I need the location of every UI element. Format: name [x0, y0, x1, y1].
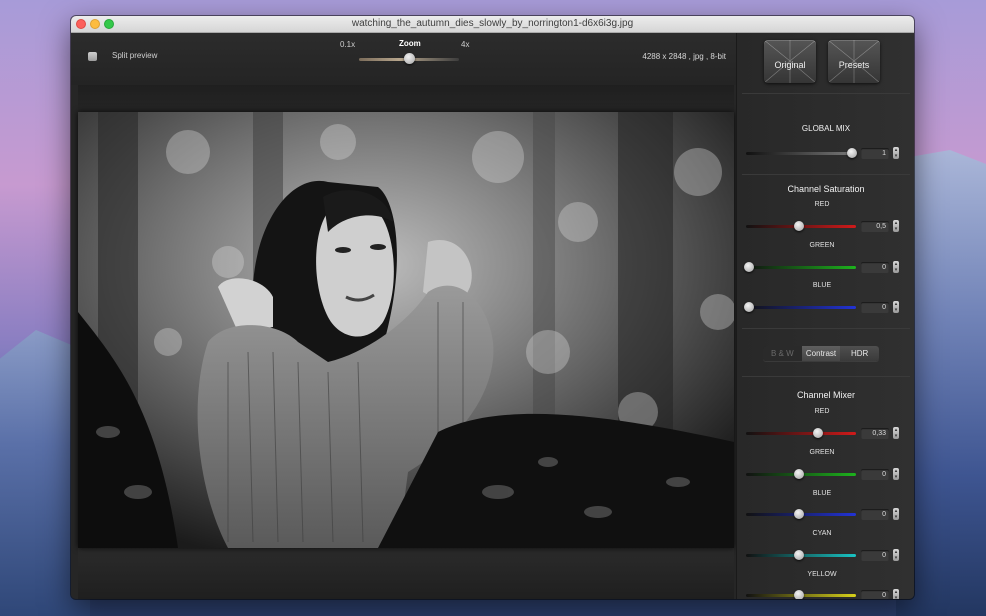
mixer-yellow-label: YELLOW — [807, 571, 837, 578]
sidebar-divider — [742, 376, 910, 377]
mixer-green-slider-knob[interactable] — [794, 469, 804, 479]
mixer-red-value-field[interactable]: 0,33 — [861, 428, 889, 439]
app-window: watching_the_autumn_dies_slowly_by_norri… — [71, 16, 914, 599]
mixer-red-label: RED — [814, 408, 830, 415]
saturation-red-stepper[interactable]: ▴ ▾ — [893, 220, 899, 232]
global-mix-title: GLOBAL MIX — [801, 124, 851, 133]
split-preview-checkbox[interactable] — [88, 52, 97, 61]
saturation-blue-stepper[interactable]: ▴ ▾ — [893, 301, 899, 313]
mixer-red-stepper[interactable]: ▴ ▾ — [893, 427, 899, 439]
sidebar-divider — [742, 328, 910, 329]
zoom-label: Zoom — [399, 39, 421, 48]
channel-saturation-title: Channel Saturation — [787, 184, 865, 194]
saturation-red-slider-knob[interactable] — [794, 221, 804, 231]
mixer-cyan-value-field[interactable]: 0 — [861, 550, 889, 561]
mixer-green-stepper[interactable]: ▴ ▾ — [893, 468, 899, 480]
mixer-blue-slider-knob[interactable] — [794, 509, 804, 519]
saturation-green-slider-knob[interactable] — [744, 262, 754, 272]
presets-button[interactable]: Presets — [828, 40, 880, 83]
preview-image[interactable] — [78, 112, 734, 548]
saturation-blue-value-field[interactable]: 0 — [861, 302, 889, 313]
mode-segmented-control[interactable]: B & W Contrast HDR — [763, 346, 879, 361]
tab-contrast[interactable]: Contrast — [801, 346, 841, 361]
mixer-yellow-slider-knob[interactable] — [794, 590, 804, 599]
mixer-cyan-slider-knob[interactable] — [794, 550, 804, 560]
saturation-red-label: RED — [814, 201, 830, 208]
mixer-yellow-value-field[interactable]: 0 — [861, 590, 889, 599]
tab-hdr[interactable]: HDR — [840, 346, 879, 361]
original-button[interactable]: Original — [764, 40, 816, 83]
saturation-green-stepper[interactable]: ▴ ▾ — [893, 261, 899, 273]
mixer-cyan-stepper[interactable]: ▴ ▾ — [893, 549, 899, 561]
mixer-red-slider-track[interactable] — [746, 432, 856, 435]
mixer-red-slider-knob[interactable] — [813, 428, 823, 438]
adjustments-sidebar: Original Presets GLOBAL MIX 1 ▴ ▾ Channel… — [736, 33, 914, 599]
original-button-label: Original — [774, 60, 806, 70]
window-title: watching_the_autumn_dies_slowly_by_norri… — [351, 18, 634, 29]
zoom-max-label: 4x — [461, 40, 470, 49]
sidebar-divider — [742, 174, 910, 175]
mixer-yellow-stepper[interactable]: ▴ ▾ — [893, 589, 899, 599]
mixer-green-value-field[interactable]: 0 — [861, 469, 889, 480]
mixer-blue-stepper[interactable]: ▴ ▾ — [893, 508, 899, 520]
global-mix-slider-track[interactable] — [746, 152, 856, 155]
tab-bw[interactable]: B & W — [763, 346, 802, 361]
sidebar-divider — [742, 93, 910, 94]
presets-button-label: Presets — [838, 60, 870, 70]
image-info: 4288 x 2848 , jpg , 8-bit — [642, 52, 726, 61]
preview-area: Split preview 0.1x Zoom 4x 4288 x 2848 ,… — [71, 33, 736, 599]
split-preview-label: Split preview — [112, 51, 158, 60]
saturation-green-value-field[interactable]: 0 — [861, 262, 889, 273]
mixer-green-label: GREEN — [809, 449, 835, 456]
zoom-min-label: 0.1x — [340, 40, 356, 49]
mixer-blue-value-field[interactable]: 0 — [861, 509, 889, 520]
mixer-blue-label: BLUE — [812, 490, 832, 497]
saturation-green-slider-track[interactable] — [746, 266, 856, 269]
saturation-red-value-field[interactable]: 0,5 — [861, 221, 889, 232]
title-bar: watching_the_autumn_dies_slowly_by_norri… — [71, 16, 914, 33]
global-mix-stepper[interactable]: ▴ ▾ — [893, 147, 899, 159]
global-mix-slider-knob[interactable] — [847, 148, 857, 158]
preview-toolbar: Split preview 0.1x Zoom 4x 4288 x 2848 ,… — [71, 33, 736, 85]
mixer-cyan-label: CYAN — [812, 530, 832, 537]
saturation-blue-label: BLUE — [812, 282, 832, 289]
zoom-slider-knob[interactable] — [404, 53, 415, 64]
saturation-green-label: GREEN — [809, 242, 835, 249]
global-mix-value-field[interactable]: 1 — [861, 148, 889, 159]
channel-mixer-title: Channel Mixer — [796, 390, 856, 400]
saturation-blue-slider-track[interactable] — [746, 306, 856, 309]
saturation-blue-slider-knob[interactable] — [744, 302, 754, 312]
